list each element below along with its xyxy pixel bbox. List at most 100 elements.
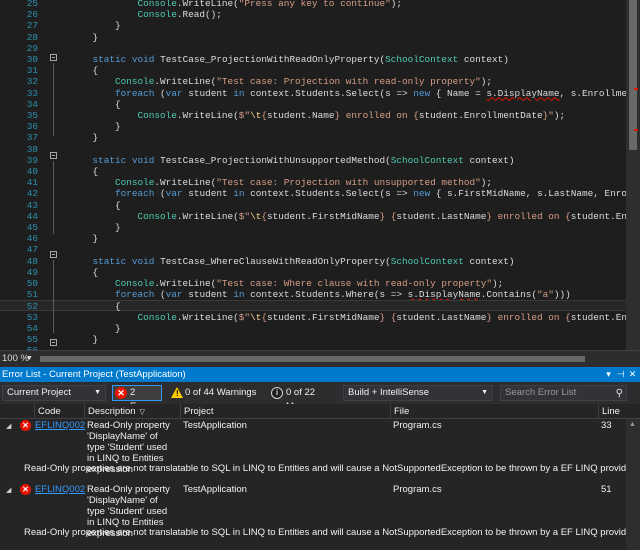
- search-input[interactable]: Search Error List ⚲: [500, 385, 627, 401]
- info-icon: i: [271, 387, 283, 399]
- code-text[interactable]: {: [70, 267, 99, 278]
- code-text[interactable]: }: [70, 334, 99, 345]
- code-line[interactable]: 39 static void TestCase_ProjectionWithUn…: [0, 155, 626, 166]
- code-line[interactable]: 46 }: [0, 233, 626, 244]
- search-icon[interactable]: ⚲: [616, 387, 623, 401]
- code-text[interactable]: }: [70, 323, 121, 334]
- error-row[interactable]: ◢ ✕ EFLINQ002 Read-Only property 'Displa…: [0, 484, 635, 546]
- code-text[interactable]: }: [70, 132, 99, 143]
- code-line[interactable]: 30 static void TestCase_ProjectionWithRe…: [0, 54, 626, 65]
- line-number: 54: [26, 322, 38, 334]
- code-text[interactable]: {: [70, 65, 99, 76]
- code-editor[interactable]: 25 Console.WriteLine("Press any key to c…: [0, 0, 640, 350]
- collapse-method-icon[interactable]: [50, 251, 57, 258]
- code-text[interactable]: }: [70, 222, 121, 233]
- chevron-down-icon[interactable]: ▼: [26, 355, 33, 362]
- code-line[interactable]: 45 }: [0, 222, 626, 233]
- line-number: 32: [26, 76, 38, 88]
- code-line[interactable]: 52 {: [0, 300, 626, 312]
- scroll-up-icon[interactable]: ▲: [629, 421, 636, 428]
- code-line[interactable]: 32 Console.WriteLine("Test case: Project…: [0, 76, 626, 87]
- code-line[interactable]: 47: [0, 244, 626, 255]
- warnings-filter-button[interactable]: ! 0 of 44 Warnings: [167, 385, 263, 401]
- code-text[interactable]: }: [70, 32, 99, 43]
- code-text[interactable]: {: [70, 99, 121, 110]
- code-line[interactable]: 36 }: [0, 121, 626, 132]
- chevron-down-icon[interactable]: ▾: [603, 367, 614, 382]
- column-header-description[interactable]: Description ▽: [84, 404, 180, 419]
- expand-triangle-icon[interactable]: ◢: [6, 485, 11, 496]
- code-text[interactable]: Console.WriteLine($"\t{student.Name} enr…: [70, 110, 566, 121]
- code-text[interactable]: Console.WriteLine($"\t{student.FirstMidN…: [70, 312, 640, 323]
- column-header-project[interactable]: Project: [180, 404, 390, 419]
- scope-value: Current Project: [7, 387, 71, 398]
- code-text[interactable]: }: [70, 121, 121, 132]
- code-line[interactable]: 29: [0, 43, 626, 54]
- code-text[interactable]: static void TestCase_ProjectionWithUnsup…: [70, 155, 515, 166]
- code-text[interactable]: foreach (var student in context.Students…: [70, 188, 640, 199]
- code-line[interactable]: 49 {: [0, 267, 626, 278]
- code-line[interactable]: 44 Console.WriteLine($"\t{student.FirstM…: [0, 211, 640, 222]
- build-filter-dropdown[interactable]: Build + IntelliSense ▼: [343, 385, 493, 401]
- code-line[interactable]: 43 {: [0, 200, 626, 211]
- code-text[interactable]: static void TestCase_ProjectionWithReadO…: [70, 54, 509, 65]
- error-detail: Read-Only properties are not translatabl…: [24, 527, 635, 538]
- collapse-method-icon[interactable]: [50, 54, 57, 61]
- column-header-file[interactable]: File: [390, 404, 598, 419]
- error-row[interactable]: ◢ ✕ EFLINQ002 Read-Only property 'Displa…: [0, 420, 635, 482]
- code-line[interactable]: 53 Console.WriteLine($"\t{student.FirstM…: [0, 312, 640, 323]
- code-line[interactable]: 41 Console.WriteLine("Test case: Project…: [0, 177, 626, 188]
- line-number: 42: [26, 188, 38, 200]
- code-text[interactable]: }: [70, 233, 99, 244]
- error-list-scrollbar[interactable]: ▲: [626, 419, 640, 550]
- scope-dropdown[interactable]: Current Project ▼: [2, 385, 106, 401]
- code-text[interactable]: foreach (var student in context.Students…: [70, 88, 640, 99]
- code-text[interactable]: Console.Read();: [70, 9, 222, 20]
- code-text[interactable]: Console.WriteLine($"\t{student.FirstMidN…: [70, 211, 640, 222]
- code-line[interactable]: 28 }: [0, 32, 626, 43]
- collapse-method-icon[interactable]: [50, 339, 57, 346]
- sort-down-icon: ▽: [139, 409, 145, 416]
- code-line[interactable]: 33 foreach (var student in context.Stude…: [0, 88, 640, 99]
- code-line[interactable]: 38: [0, 144, 626, 155]
- code-line[interactable]: 26 Console.Read();: [0, 9, 626, 20]
- line-number: 41: [26, 177, 38, 189]
- code-line[interactable]: 37 }: [0, 132, 626, 143]
- code-line[interactable]: 51 foreach (var student in context.Stude…: [0, 289, 626, 300]
- code-line[interactable]: 31 {: [0, 65, 626, 76]
- code-text[interactable]: Console.WriteLine("Press any key to cont…: [70, 0, 402, 9]
- line-number: 38: [26, 143, 38, 155]
- code-line[interactable]: 48 static void TestCase_WhereClauseWithR…: [0, 256, 626, 267]
- code-line[interactable]: 25 Console.WriteLine("Press any key to c…: [0, 0, 626, 9]
- error-code-link[interactable]: EFLINQ002: [35, 420, 85, 431]
- column-header-code[interactable]: Code: [34, 404, 84, 419]
- code-line[interactable]: 27 }: [0, 20, 626, 31]
- code-text[interactable]: foreach (var student in context.Students…: [70, 289, 571, 300]
- messages-filter-button[interactable]: i 0 of 22 Messages: [268, 385, 338, 412]
- code-text[interactable]: Console.WriteLine("Test case: Where clau…: [70, 278, 503, 289]
- horizontal-scrollbar-thumb[interactable]: [40, 356, 585, 362]
- line-number: 43: [26, 199, 38, 211]
- code-line[interactable]: 50 Console.WriteLine("Test case: Where c…: [0, 278, 626, 289]
- code-line[interactable]: 40 {: [0, 166, 626, 177]
- expand-triangle-icon[interactable]: ◢: [6, 421, 11, 432]
- code-text[interactable]: Console.WriteLine("Test case: Projection…: [70, 177, 492, 188]
- code-text[interactable]: Console.WriteLine("Test case: Projection…: [70, 76, 492, 87]
- pin-icon[interactable]: ⊣: [615, 367, 626, 382]
- scrollbar-thumb[interactable]: [629, 0, 637, 150]
- code-text[interactable]: {: [70, 200, 121, 211]
- code-text[interactable]: static void TestCase_WhereClauseWithRead…: [70, 256, 515, 267]
- code-line[interactable]: 55 }: [0, 334, 626, 345]
- errors-filter-button[interactable]: ✕ 2 Errors: [112, 385, 162, 412]
- code-line[interactable]: 54 }: [0, 323, 626, 334]
- column-header-line[interactable]: Line: [598, 404, 626, 419]
- editor-vertical-scrollbar[interactable]: [626, 0, 640, 350]
- code-text[interactable]: {: [70, 166, 99, 177]
- collapse-method-icon[interactable]: [50, 152, 57, 159]
- code-line[interactable]: 34 {: [0, 99, 626, 110]
- code-line[interactable]: 42 foreach (var student in context.Stude…: [0, 188, 640, 200]
- error-code-link[interactable]: EFLINQ002: [35, 484, 85, 495]
- code-line[interactable]: 35 Console.WriteLine($"\t{student.Name} …: [0, 110, 626, 121]
- code-text[interactable]: }: [70, 20, 121, 31]
- close-icon[interactable]: ✕: [627, 367, 638, 382]
